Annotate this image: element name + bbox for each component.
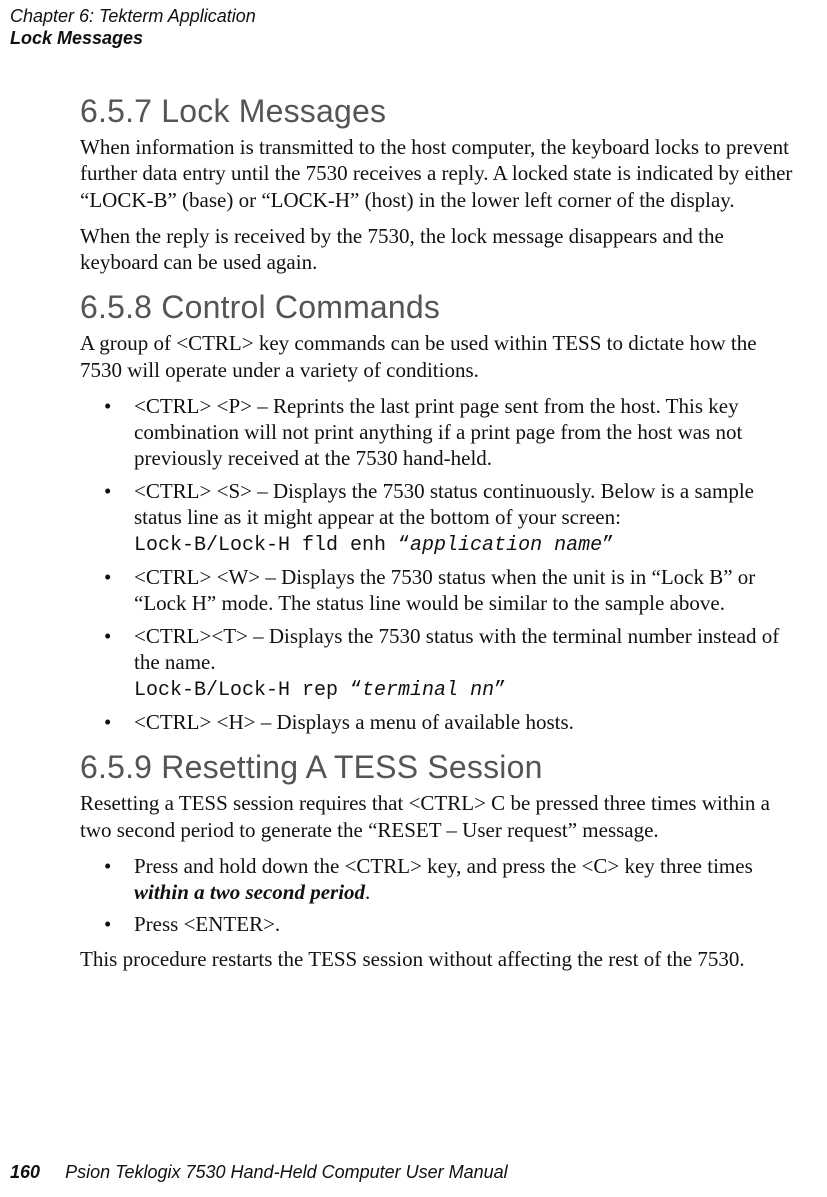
list-item: Press and hold down the <CTRL> key, and … xyxy=(80,853,797,906)
code-sample: Lock-B/Lock-H rep “ xyxy=(134,679,362,702)
list-item-text: <CTRL><T> – Displays the 7530 status wit… xyxy=(134,624,779,674)
body-paragraph: When information is transmitted to the h… xyxy=(80,134,797,213)
page-footer: 160 Psion Teklogix 7530 Hand-Held Comput… xyxy=(10,1162,508,1183)
code-sample: ” xyxy=(602,534,614,557)
page-content: 6.5.7 Lock Messages When information is … xyxy=(0,49,827,972)
list-item: <CTRL> <H> – Displays a menu of availabl… xyxy=(80,709,797,735)
header-subtitle: Lock Messages xyxy=(10,28,827,50)
body-paragraph: Resetting a TESS session requires that <… xyxy=(80,790,797,843)
list-item-text: <CTRL> <S> – Displays the 7530 status co… xyxy=(134,479,754,529)
bullet-list: <CTRL> <P> – Reprints the last print pag… xyxy=(80,393,797,736)
list-item: <CTRL> <P> – Reprints the last print pag… xyxy=(80,393,797,472)
list-item: Press <ENTER>. xyxy=(80,911,797,937)
list-item: <CTRL> <W> – Displays the 7530 status wh… xyxy=(80,564,797,617)
book-title: Psion Teklogix 7530 Hand-Held Computer U… xyxy=(65,1162,508,1182)
section-heading-657: 6.5.7 Lock Messages xyxy=(80,93,797,130)
list-item-text: Press and hold down the <CTRL> key, and … xyxy=(134,854,753,878)
body-paragraph: When the reply is received by the 7530, … xyxy=(80,223,797,276)
code-sample: Lock-B/Lock-H fld enh “ xyxy=(134,534,410,557)
list-item: <CTRL> <S> – Displays the 7530 status co… xyxy=(80,478,797,559)
list-item-text: . xyxy=(365,880,370,904)
page-header: Chapter 6: Tekterm Application Lock Mess… xyxy=(0,0,827,49)
list-item: <CTRL><T> – Displays the 7530 status wit… xyxy=(80,623,797,704)
section-heading-658: 6.5.8 Control Commands xyxy=(80,289,797,326)
code-sample: ” xyxy=(494,679,506,702)
bullet-list: Press and hold down the <CTRL> key, and … xyxy=(80,853,797,938)
body-paragraph: A group of <CTRL> key commands can be us… xyxy=(80,330,797,383)
body-paragraph: This procedure restarts the TESS session… xyxy=(80,946,797,972)
footer-spacer xyxy=(45,1162,60,1182)
section-heading-659: 6.5.9 Resetting A TESS Session xyxy=(80,749,797,786)
code-sample-italic: application name xyxy=(410,534,602,557)
chapter-label: Chapter 6: Tekterm Application xyxy=(10,6,827,28)
page-number: 160 xyxy=(10,1162,40,1182)
code-sample-italic: terminal nn xyxy=(362,679,494,702)
emphasis-text: within a two second period xyxy=(134,880,365,904)
